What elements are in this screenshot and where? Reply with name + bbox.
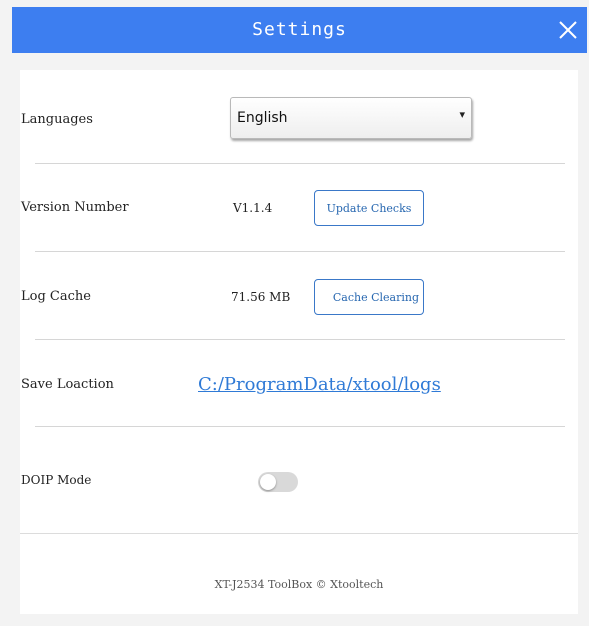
cache-clearing-label: Cache Clearing: [332, 290, 419, 304]
save-location-path: C:/ProgramData/xtool/logs: [198, 374, 441, 395]
save-location-path-link[interactable]: C:/ProgramData/xtool/logs: [198, 374, 448, 395]
version-value: V1.1.4: [233, 201, 273, 215]
log-cache-row: Log Cache 71.56 MB Cache Clearing: [20, 252, 565, 339]
language-selected-value: English: [237, 110, 288, 126]
language-select[interactable]: English ▾: [230, 97, 472, 139]
copyright-text: XT-J2534 ToolBox © Xtooltech: [214, 578, 384, 591]
version-row: Version Number V1.1.4 Update Checks: [20, 164, 565, 251]
save-location-label: Save Loaction: [21, 377, 114, 392]
chevron-down-icon: ▾: [459, 108, 465, 121]
cache-clearing-button[interactable]: Cache Clearing: [314, 279, 424, 315]
doip-mode-row: DOIP Mode: [20, 427, 565, 534]
settings-window: Settings Languages English ▾ Version Num…: [0, 0, 589, 626]
language-row: Languages English ▾: [20, 70, 565, 163]
footer: XT-J2534 ToolBox © Xtooltech: [20, 534, 578, 614]
doip-mode-label: DOIP Mode: [21, 473, 92, 487]
title-bar: Settings: [12, 7, 587, 53]
log-cache-label: Log Cache: [21, 289, 91, 304]
language-label: Languages: [21, 112, 93, 127]
version-label: Version Number: [21, 200, 129, 215]
toggle-knob: [260, 474, 276, 490]
log-cache-value: 71.56 MB: [231, 290, 291, 304]
close-icon[interactable]: [553, 15, 583, 45]
doip-mode-toggle[interactable]: [258, 472, 298, 492]
save-location-row: Save Loaction C:/ProgramData/xtool/logs: [20, 340, 565, 426]
update-checks-button[interactable]: Update Checks: [314, 190, 424, 226]
settings-panel: Languages English ▾ Version Number V1.1.…: [20, 70, 578, 534]
window-title: Settings: [252, 19, 347, 40]
